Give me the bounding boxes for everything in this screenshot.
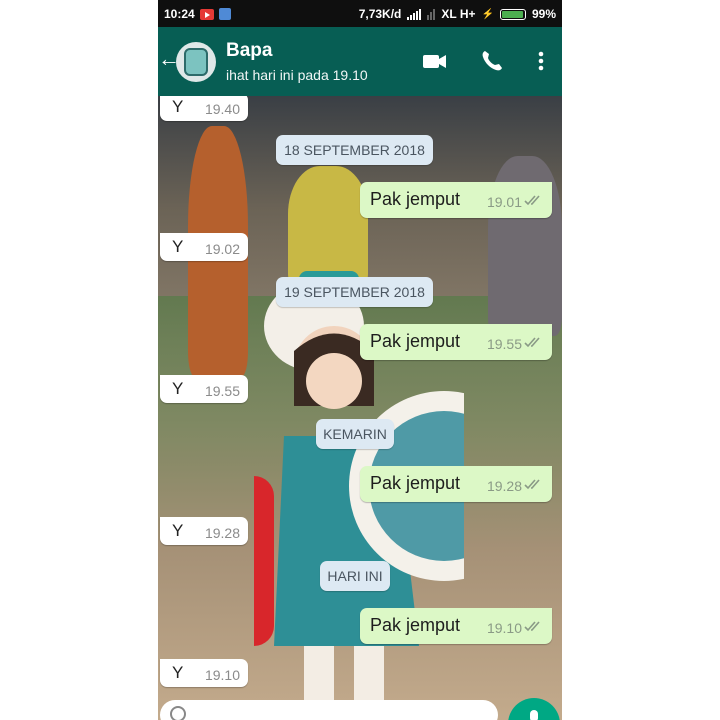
network-speed: 7,73K/d	[358, 7, 402, 21]
message-time: 19.55	[204, 383, 240, 399]
message-time: 19.28	[204, 525, 240, 541]
voice-record-button[interactable]	[508, 698, 560, 720]
contact-name[interactable]: Bapa	[226, 40, 272, 62]
status-time: 10:24	[164, 7, 195, 21]
read-receipt-icon	[524, 479, 540, 490]
message-time: 19.10	[486, 620, 522, 636]
incoming-message[interactable]: Y 19.55	[160, 375, 248, 403]
outgoing-message[interactable]: Pak jemput 19.55	[360, 324, 552, 360]
message-text: Y	[172, 237, 184, 256]
message-time: 19.40	[204, 101, 240, 117]
message-time: 19.01	[486, 194, 522, 210]
message-time: 19.28	[486, 478, 522, 494]
battery-icon	[499, 8, 526, 20]
youtube-notification-icon	[199, 8, 214, 20]
signal-icon	[407, 8, 422, 20]
incoming-message[interactable]: Y 19.02	[160, 233, 248, 261]
video-call-icon[interactable]	[422, 48, 448, 74]
message-text: Pak jemput	[370, 189, 461, 209]
read-receipt-icon	[524, 621, 540, 632]
incoming-message[interactable]: Y 19.40	[160, 96, 248, 121]
message-text: Y	[172, 521, 184, 540]
status-bar: 10:24 7,73K/d XL H+ ⚡ 99%	[158, 0, 562, 27]
app-notification-icon	[218, 8, 231, 20]
signal-secondary-icon	[427, 8, 436, 20]
date-separator: 18 SEPTEMBER 2018	[276, 135, 433, 165]
message-input[interactable]	[160, 700, 498, 720]
voice-call-icon[interactable]	[479, 48, 505, 74]
mic-icon	[530, 710, 538, 720]
message-text: Y	[172, 97, 184, 116]
chat-area[interactable]: Y 19.40 18 SEPTEMBER 2018 Pak jemput 19.…	[158, 96, 562, 720]
message-time: 19.02	[204, 241, 240, 257]
message-time: 19.10	[204, 667, 240, 683]
last-seen-status: ihat hari ini pada 19.10	[226, 67, 368, 83]
avatar[interactable]	[176, 42, 216, 82]
message-text: Pak jemput	[370, 331, 461, 351]
message-text: Pak jemput	[370, 473, 461, 493]
message-text: Y	[172, 379, 184, 398]
outgoing-message[interactable]: Pak jemput 19.01	[360, 182, 552, 218]
battery-level: 99%	[531, 7, 556, 21]
input-bar	[158, 698, 562, 720]
chat-header: ← Bapa ihat hari ini pada 19.10	[158, 27, 562, 96]
message-text: Y	[172, 663, 184, 682]
message-text: Pak jemput	[370, 615, 461, 635]
read-receipt-icon	[524, 337, 540, 348]
message-time: 19.55	[486, 336, 522, 352]
incoming-message[interactable]: Y 19.28	[160, 517, 248, 545]
emoji-icon[interactable]	[170, 706, 186, 720]
charging-icon: ⚡	[481, 8, 494, 20]
date-separator: 19 SEPTEMBER 2018	[276, 277, 433, 307]
incoming-message[interactable]: Y 19.10	[160, 659, 248, 687]
outgoing-message[interactable]: Pak jemput 19.10	[360, 608, 552, 644]
date-separator: KEMARIN	[316, 419, 394, 449]
date-separator: HARI INI	[320, 561, 390, 591]
phone-screen: 10:24 7,73K/d XL H+ ⚡ 99% ← Bapa ihat ha…	[158, 0, 562, 720]
outgoing-message[interactable]: Pak jemput 19.28	[360, 466, 552, 502]
read-receipt-icon	[524, 195, 540, 206]
back-arrow-icon[interactable]: ←	[158, 45, 180, 73]
network-type: XL H+	[441, 7, 476, 21]
more-options-icon[interactable]	[534, 48, 548, 74]
